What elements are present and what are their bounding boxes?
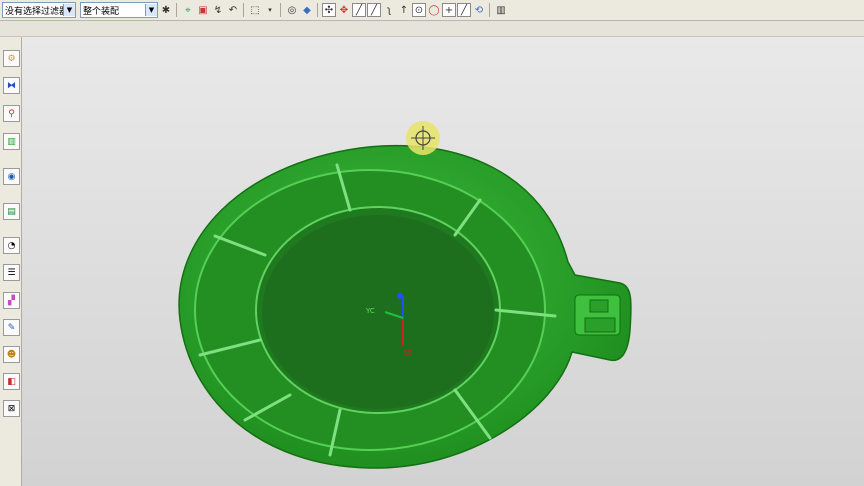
cursor-icon [406,121,440,155]
inner-floor [262,215,494,409]
hinge-tab [574,294,621,336]
axis-label-xc: XC [403,349,412,357]
axis-label-yc: YC [365,307,375,315]
part-model[interactable]: YC XC [0,0,864,486]
